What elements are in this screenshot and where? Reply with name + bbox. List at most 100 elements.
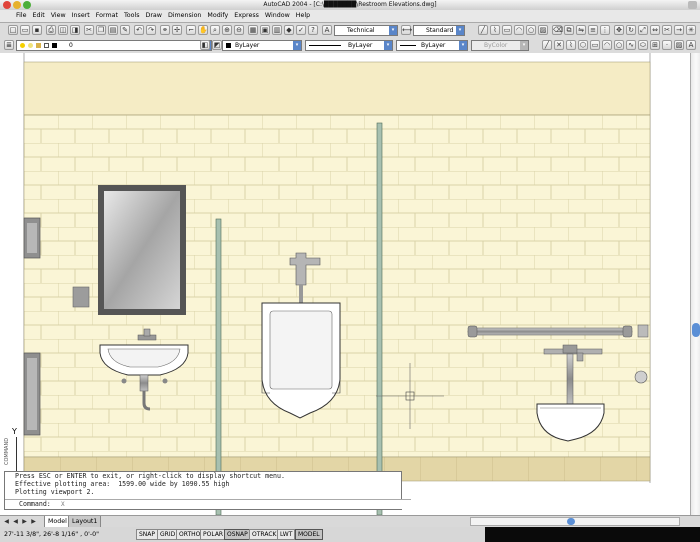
zoom-realtime-icon[interactable]: ⌕ [210, 25, 220, 35]
command-history-line: Press ESC or ENTER to exit, or right-cli… [15, 472, 285, 480]
draw-line-icon[interactable]: ╱ [542, 40, 552, 50]
layer-select[interactable]: 0▾ [16, 40, 212, 51]
menu-format[interactable]: Format [93, 10, 121, 22]
properties-icon[interactable]: ▦ [248, 25, 258, 35]
help-icon[interactable]: ? [308, 25, 318, 35]
ucs-icon[interactable]: ⌐ [186, 25, 196, 35]
tracking-icon[interactable]: ✢ [172, 25, 182, 35]
spline-icon[interactable]: ∿ [626, 40, 636, 50]
save-icon[interactable]: ▪ [32, 25, 42, 35]
paste-icon[interactable]: ▤ [108, 25, 118, 35]
construction-line-icon[interactable]: ✕ [554, 40, 564, 50]
horizontal-scrollbar[interactable] [470, 517, 680, 526]
draw-hatch-icon[interactable]: ▨ [674, 40, 684, 50]
point-icon[interactable]: · [662, 40, 672, 50]
extend-icon[interactable]: → [674, 25, 684, 35]
undo-icon[interactable]: ↶ [134, 25, 144, 35]
offset-icon[interactable]: ≡ [588, 25, 598, 35]
make-layer-current-icon[interactable]: ◧ [200, 40, 210, 50]
prev-tab-button[interactable]: ◀ [11, 517, 20, 526]
move-icon[interactable]: ✥ [614, 25, 624, 35]
horizontal-scroll-thumb[interactable] [567, 518, 575, 525]
cut-icon[interactable]: ✂ [84, 25, 94, 35]
open-file-icon[interactable]: ▭ [20, 25, 30, 35]
drawing-area[interactable]: Y COMMAND [0, 53, 691, 515]
vertical-scrollbar[interactable] [690, 53, 700, 515]
menu-help[interactable]: Help [293, 10, 313, 22]
mirror-icon[interactable]: ⇋ [576, 25, 586, 35]
toolbar-toggle-button[interactable] [688, 1, 697, 9]
polyline-icon[interactable]: ⌇ [566, 40, 576, 50]
dim-style-select[interactable]: Standard ▾ [413, 25, 465, 36]
dbconnect-icon[interactable]: ◆ [284, 25, 294, 35]
array-icon[interactable]: ⋮ [600, 25, 610, 35]
pan-realtime-icon[interactable]: ✋ [198, 25, 208, 35]
hyperlink-icon[interactable]: ⚭ [160, 25, 170, 35]
next-tab-button[interactable]: ▶ [20, 517, 29, 526]
color-select[interactable]: ByLayer ▾ [222, 40, 302, 51]
print-preview-icon[interactable]: ◫ [58, 25, 68, 35]
layer-previous-icon[interactable]: ◩ [212, 40, 222, 50]
zoom-previous-icon[interactable]: ⊖ [234, 25, 244, 35]
menu-file[interactable]: File [0, 10, 30, 22]
text-style-select[interactable]: Technical ▾ [334, 25, 398, 36]
command-input[interactable]: Command: X [5, 499, 411, 509]
menu-dimension[interactable]: Dimension [165, 10, 204, 22]
stretch-icon[interactable]: ⇔ [650, 25, 660, 35]
snap-toggle[interactable]: SNAP [136, 529, 159, 540]
menu-modify[interactable]: Modify [204, 10, 231, 22]
ellipse-icon[interactable]: ⬭ [638, 40, 648, 50]
polar-toggle[interactable]: POLAR [200, 529, 227, 540]
menu-tools[interactable]: Tools [121, 10, 143, 22]
menu-draw[interactable]: Draw [142, 10, 164, 22]
publish-icon[interactable]: ◨ [70, 25, 80, 35]
rectangle-icon[interactable]: ▭ [502, 25, 512, 35]
menu-insert[interactable]: Insert [69, 10, 93, 22]
linetype-sample-icon [309, 45, 341, 46]
erase-icon[interactable]: ⌫ [552, 25, 563, 35]
new-file-icon[interactable]: □ [8, 25, 18, 35]
hatch-icon[interactable]: ▨ [538, 25, 548, 35]
lineweight-select[interactable]: ByLayer ▾ [396, 40, 468, 51]
print-icon[interactable]: ⎙ [46, 25, 56, 35]
osnap-toggle[interactable]: OSNAP [224, 529, 251, 540]
explode-icon[interactable]: ✳ [686, 25, 696, 35]
scale-icon[interactable]: ⤢ [638, 25, 648, 35]
pline-icon[interactable]: ⌇ [490, 25, 500, 35]
trim-icon[interactable]: ✂ [662, 25, 672, 35]
mtext-icon[interactable]: A [686, 40, 696, 50]
command-window: Press ESC or ENTER to exit, or right-cli… [4, 471, 411, 510]
markup-icon[interactable]: ✓ [296, 25, 306, 35]
coordinate-readout[interactable]: 27'-11 3/8", 26'-8 1/16" , 0'-0" [4, 530, 99, 539]
polygon-icon[interactable]: ⬡ [578, 40, 588, 50]
last-tab-button[interactable]: ▶ [29, 517, 38, 526]
design-center-icon[interactable]: ▣ [260, 25, 270, 35]
zoom-window-icon[interactable]: ⊕ [222, 25, 232, 35]
restroom-elevation-drawing[interactable] [0, 53, 690, 515]
mirror [104, 191, 180, 309]
arc-icon[interactable]: ◠ [514, 25, 524, 35]
layer-manager-icon[interactable]: ≣ [4, 40, 14, 50]
circle-icon[interactable]: ○ [526, 25, 536, 35]
linetype-select[interactable]: ByLayer ▾ [305, 40, 393, 51]
draw-circle-icon[interactable]: ○ [614, 40, 624, 50]
first-tab-button[interactable]: ◀ [2, 517, 11, 526]
match-properties-icon[interactable]: ✎ [120, 25, 130, 35]
line-icon[interactable]: ╱ [478, 25, 488, 35]
vertical-scroll-thumb[interactable] [692, 323, 700, 337]
draw-arc-icon[interactable]: ◠ [602, 40, 612, 50]
rotate-icon[interactable]: ↻ [626, 25, 636, 35]
model-toggle[interactable]: MODEL [295, 529, 323, 540]
copy-object-icon[interactable]: ⧉ [564, 25, 574, 35]
lwt-toggle[interactable]: LWT [277, 529, 296, 540]
tool-palettes-icon[interactable]: ▥ [272, 25, 282, 35]
otrack-toggle[interactable]: OTRACK [249, 529, 280, 540]
draw-rectangle-icon[interactable]: ▭ [590, 40, 600, 50]
redo-icon[interactable]: ↷ [146, 25, 156, 35]
menu-view[interactable]: View [48, 10, 69, 22]
insert-block-icon[interactable]: ⊞ [650, 40, 660, 50]
menu-window[interactable]: Window [262, 10, 293, 22]
menu-edit[interactable]: Edit [30, 10, 48, 22]
menu-express[interactable]: Express [231, 10, 262, 22]
copy-icon[interactable]: ❐ [96, 25, 106, 35]
